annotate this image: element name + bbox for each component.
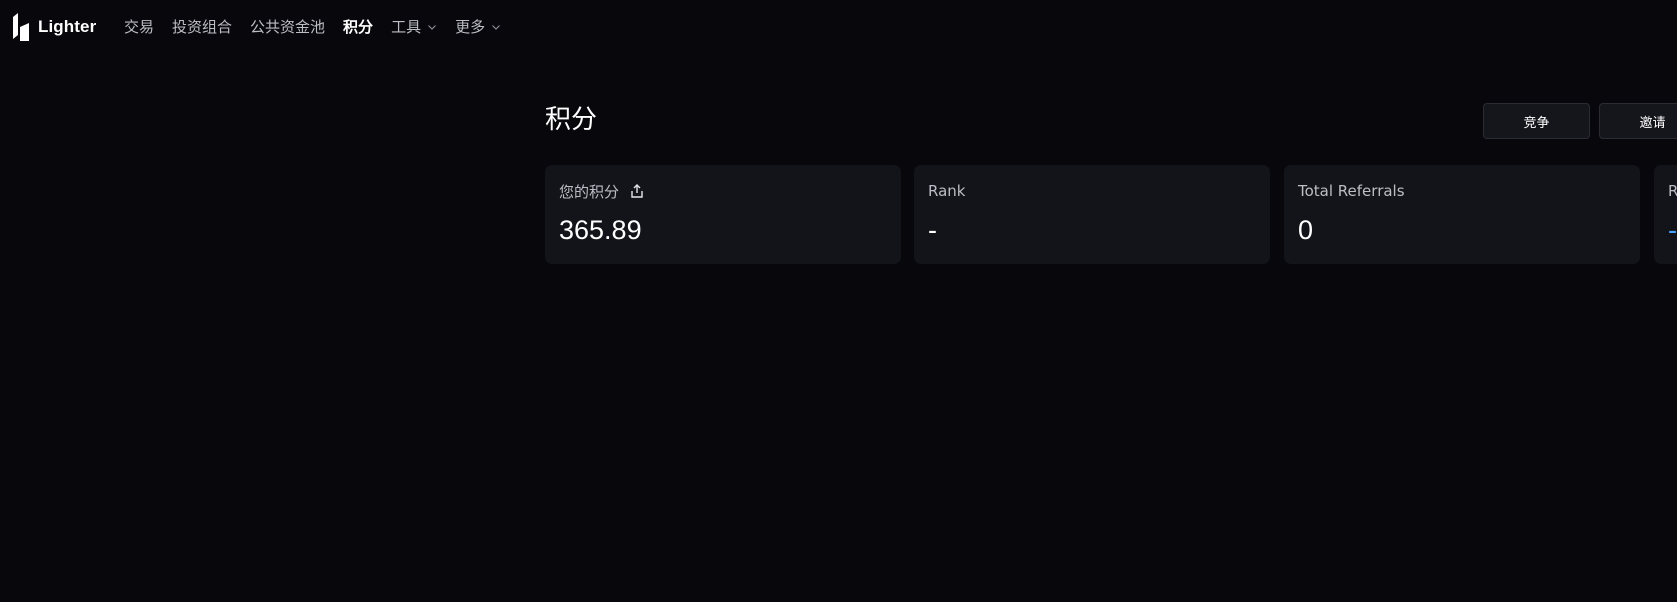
nav-item-label: 更多 (455, 18, 486, 36)
nav-item-portfolio[interactable]: 投资组合 (172, 16, 232, 37)
share-icon[interactable] (629, 183, 645, 199)
stat-card-partial: R - (1654, 165, 1677, 264)
stat-value-referrals: 0 (1298, 215, 1314, 245)
chevron-down-icon (428, 24, 437, 30)
stat-value-points: 365.89 (559, 215, 642, 245)
stat-value-partial: - (1668, 215, 1677, 245)
nav-item-tools[interactable]: 工具 (391, 16, 437, 37)
compete-button[interactable]: 竞争 (1483, 103, 1590, 139)
brand-name: Lighter (38, 17, 97, 36)
invite-button[interactable]: 邀请 (1599, 103, 1677, 139)
nav-item-label: 交易 (124, 18, 155, 36)
nav-item-public-pools[interactable]: 公共资金池 (250, 16, 325, 37)
top-navigation: Lighter 交易 投资组合 公共资金池 积分 工具 更多 (0, 0, 1677, 54)
nav-item-label: 工具 (391, 18, 422, 36)
stat-label: 您的积分 (559, 182, 620, 201)
nav-item-label: 积分 (343, 18, 374, 36)
stat-label: R (1668, 182, 1677, 200)
logo[interactable]: Lighter (12, 13, 96, 41)
nav-item-label: 投资组合 (172, 18, 233, 36)
nav-item-points[interactable]: 积分 (343, 16, 373, 37)
stat-card-your-points: 您的积分 365.89 (545, 165, 901, 264)
stat-label: Total Referrals (1298, 182, 1405, 200)
stat-label: Rank (928, 182, 966, 200)
nav-item-more[interactable]: 更多 (455, 16, 501, 37)
chevron-down-icon (492, 24, 501, 30)
stat-label-row: Rank (928, 181, 1256, 201)
page-title: 积分 (545, 105, 598, 135)
stat-label-row: 您的积分 (559, 181, 887, 201)
nav-item-label: 公共资金池 (250, 18, 326, 36)
nav-menu: 交易 投资组合 公共资金池 积分 工具 更多 (124, 16, 501, 37)
nav-item-trade[interactable]: 交易 (124, 16, 154, 37)
stat-value-rank: - (928, 215, 937, 245)
stat-label-row: R (1668, 181, 1677, 201)
lighter-logo-icon (13, 13, 29, 41)
stat-card-rank: Rank - (914, 165, 1270, 264)
stat-card-total-referrals: Total Referrals 0 (1284, 165, 1640, 264)
stat-label-row: Total Referrals (1298, 181, 1626, 201)
